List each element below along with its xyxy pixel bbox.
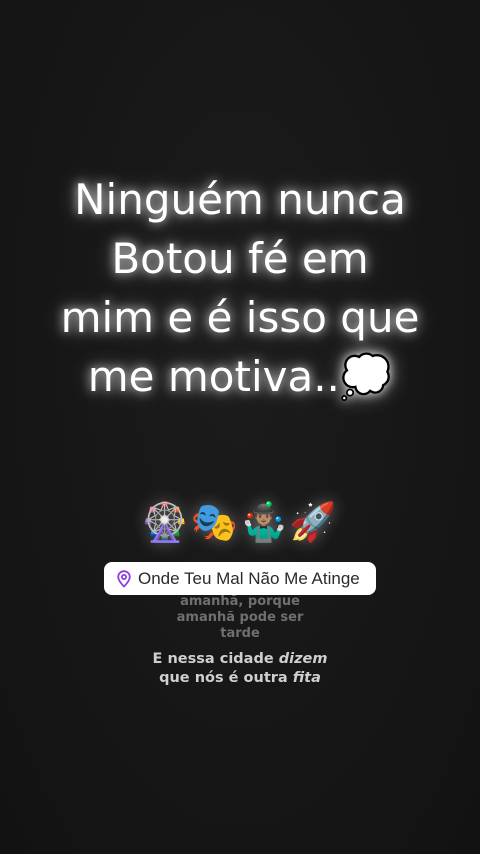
lyrics-previous: amanhã, porque amanhã pode ser tarde: [0, 594, 480, 642]
lyric-text-italic: fita: [292, 670, 321, 686]
lyric-text: que nós é outra: [159, 670, 293, 686]
lyric-line: E nessa cidade dizem: [0, 650, 480, 669]
emoji-sticker[interactable]: 🎡🎭🤹🏽‍♂️🚀: [0, 494, 480, 550]
lyric-line: tarde: [220, 626, 260, 641]
lyrics-current: E nessa cidade dizem que nós é outra fit…: [0, 650, 480, 688]
lyric-line: amanhã pode ser: [176, 610, 304, 625]
story-screen: Ninguém nunca Botou fé em mim e é isso q…: [0, 0, 480, 854]
location-label: Onde Teu Mal Não Me Atinge: [138, 568, 360, 588]
quote-line: me motiva..💭: [87, 352, 393, 401]
lyric-text-italic: dizem: [278, 651, 328, 667]
lyric-line: amanhã, porque: [180, 594, 300, 609]
location-pin-icon: [117, 569, 131, 588]
quote-line: Botou fé em: [111, 234, 369, 283]
quote-line: mim e é isso que: [60, 293, 420, 342]
quote-line: Ninguém nunca: [74, 175, 406, 224]
lyric-line: que nós é outra fita: [0, 669, 480, 688]
lyric-text: E nessa cidade: [152, 651, 279, 667]
story-quote-text: Ninguém nunca Botou fé em mim e é isso q…: [0, 170, 480, 406]
location-sticker[interactable]: Onde Teu Mal Não Me Atinge: [104, 562, 376, 595]
